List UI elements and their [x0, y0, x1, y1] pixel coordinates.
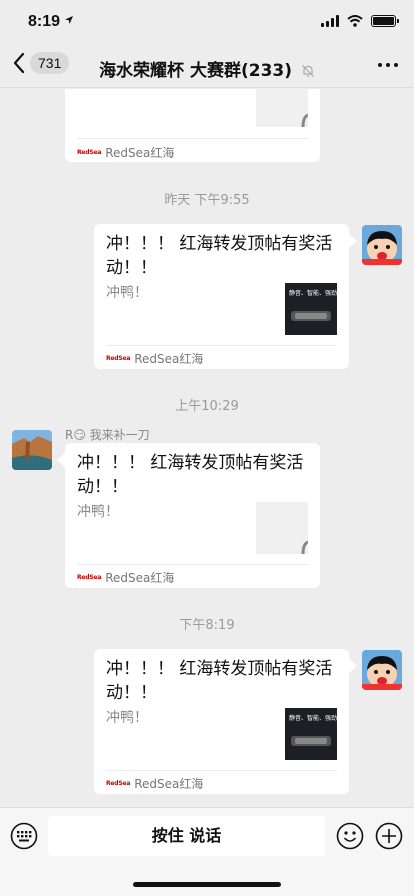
emoji-icon	[336, 822, 364, 850]
card-title: 冲！！！ 红海转发顶帖有奖活动！！	[106, 659, 333, 703]
card-thumbnail	[256, 89, 309, 128]
redsea-logo-icon: RedSea	[106, 355, 131, 362]
card-desc: 冲鸭！	[106, 285, 148, 301]
signal-icon	[321, 15, 339, 27]
avatar[interactable]	[362, 225, 402, 265]
card-thumbnail: 静音、智能、强劲	[285, 283, 337, 335]
chat-title: 海水荣耀杯 大赛群(233)	[0, 56, 414, 81]
loading-icon	[301, 113, 309, 128]
card-desc: 冲鸭！	[77, 504, 119, 520]
loading-icon	[301, 540, 309, 555]
card-source: RedSea RedSea红海	[77, 571, 175, 585]
emoji-button[interactable]	[336, 822, 364, 850]
hold-to-talk-button[interactable]: 按住 说话	[48, 816, 325, 856]
bubble-tail	[349, 234, 357, 248]
location-arrow-icon	[65, 16, 74, 24]
time-label: 昨天 下午9:55	[164, 193, 250, 208]
card-source: RedSea RedSea红海	[106, 777, 204, 791]
chat-messages[interactable]: RedSea RedSea红海 昨天 下午9:55 冲！！！ 红海转发顶帖有奖活…	[0, 89, 414, 807]
link-card[interactable]: 冲！！！ 红海转发顶帖有奖活动！！ 冲鸭！ RedSea RedSea红海	[65, 443, 320, 588]
time-label: 下午8:19	[179, 618, 235, 633]
status-bar: 8:19	[0, 0, 414, 46]
home-indicator	[133, 882, 281, 887]
group-name: 海水荣耀杯 大赛群(233)	[99, 61, 293, 81]
redsea-logo-icon: RedSea	[77, 149, 102, 156]
time-label: 上午10:29	[175, 399, 239, 414]
card-divider	[106, 345, 337, 346]
more-button[interactable]	[378, 56, 398, 67]
svg-text:静音、智能、强劲: 静音、智能、强劲	[289, 714, 337, 722]
redsea-logo-icon: RedSea	[77, 574, 102, 581]
bell-slash-icon	[302, 65, 314, 77]
card-source: RedSea RedSea红海	[106, 352, 204, 366]
svg-text:静音、智能、强劲: 静音、智能、强劲	[289, 289, 337, 297]
keyboard-icon	[10, 822, 38, 850]
redsea-logo-icon: RedSea	[106, 780, 131, 787]
card-thumbnail: 静音、智能、强劲	[285, 708, 337, 760]
status-time: 8:19	[28, 13, 74, 31]
avatar[interactable]	[12, 430, 52, 470]
plus-button[interactable]	[375, 822, 403, 850]
sender-name: R😏 我来补一刀	[65, 428, 150, 442]
wifi-icon	[347, 15, 363, 27]
bubble-tail	[57, 453, 65, 467]
bubble-tail	[349, 659, 357, 673]
card-source: RedSea RedSea红海	[77, 146, 175, 160]
plus-icon	[375, 822, 403, 850]
link-card[interactable]: 冲！！！ 红海转发顶帖有奖活动！！ 冲鸭！ 静音、智能、强劲 RedSea Re…	[94, 649, 349, 794]
card-title: 冲！！！ 红海转发顶帖有奖活动！！	[77, 453, 304, 497]
card-divider	[77, 564, 308, 565]
card-desc: 冲鸭！	[106, 710, 148, 726]
status-icons	[321, 15, 399, 27]
card-divider	[77, 138, 308, 139]
card-title: 冲！！！ 红海转发顶帖有奖活动！！	[106, 234, 333, 278]
chat-header: 731 海水荣耀杯 大赛群(233)	[0, 46, 414, 88]
link-card[interactable]: RedSea RedSea红海	[65, 89, 320, 162]
battery-icon	[371, 15, 399, 27]
keyboard-button[interactable]	[10, 822, 38, 850]
avatar[interactable]	[362, 650, 402, 690]
link-card[interactable]: 冲！！！ 红海转发顶帖有奖活动！！ 冲鸭！ 静音、智能、强劲 RedSea Re…	[94, 224, 349, 369]
card-divider	[106, 770, 337, 771]
card-thumbnail	[256, 502, 309, 555]
